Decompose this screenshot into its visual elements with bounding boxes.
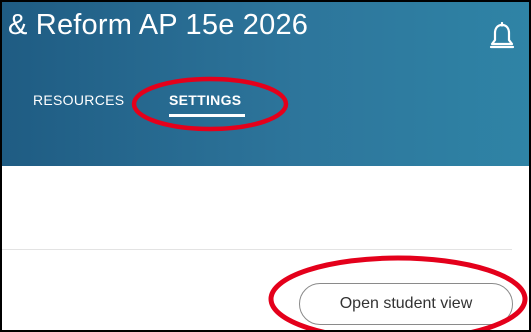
tab-resources[interactable]: RESOURCES [33,92,124,108]
screenshot-frame: & Reform AP 15e 2026 RESOURCES SETTINGS … [0,0,531,332]
active-tab-indicator [169,114,245,117]
open-student-view-button[interactable]: Open student view [299,283,513,325]
course-header: & Reform AP 15e 2026 RESOURCES SETTINGS [2,2,529,166]
tab-settings[interactable]: SETTINGS [169,92,241,108]
section-divider [2,249,512,250]
bell-icon[interactable] [488,21,516,52]
course-title: & Reform AP 15e 2026 [8,9,309,41]
